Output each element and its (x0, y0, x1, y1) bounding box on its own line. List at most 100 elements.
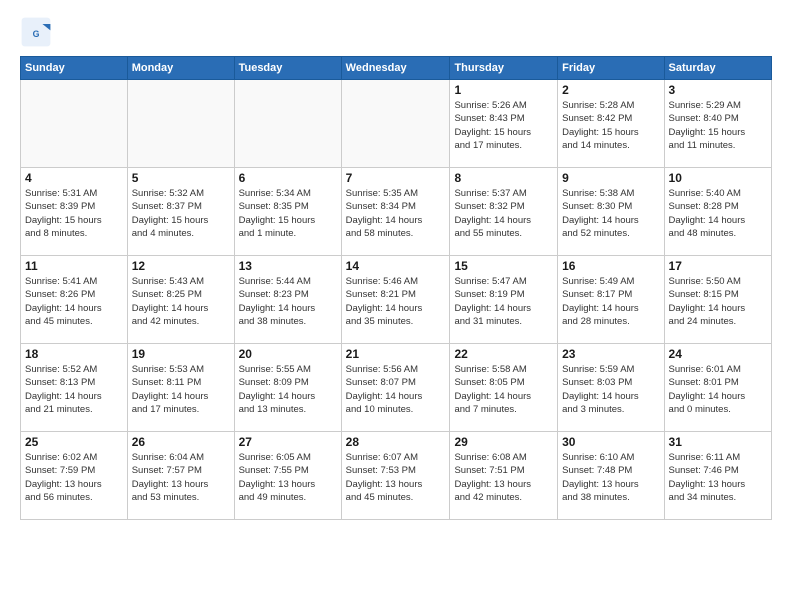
day-number: 9 (562, 171, 659, 185)
calendar-week-2: 11Sunrise: 5:41 AM Sunset: 8:26 PM Dayli… (21, 256, 772, 344)
day-info: Sunrise: 5:40 AM Sunset: 8:28 PM Dayligh… (669, 187, 767, 240)
day-info: Sunrise: 5:52 AM Sunset: 8:13 PM Dayligh… (25, 363, 123, 416)
calendar-cell-2-4: 15 Sunrise: 5:47 AM Sunset: 8:19 PM Dayli… (450, 256, 558, 344)
day-number: 22 (454, 347, 553, 361)
day-number: 17 (669, 259, 767, 273)
day-number: 27 (239, 435, 337, 449)
day-info: Sunrise: 5:29 AM Sunset: 8:40 PM Dayligh… (669, 99, 767, 152)
calendar-cell-3-1: 19 Sunrise: 5:53 AM Sunset: 8:11 PM Dayli… (127, 344, 234, 432)
day-info: Sunrise: 5:31 AM Sunset: 8:39 PM Dayligh… (25, 187, 123, 240)
day-number: 24 (669, 347, 767, 361)
day-number: 18 (25, 347, 123, 361)
day-info: Sunrise: 6:08 AM Sunset: 7:51 PM Dayligh… (454, 451, 553, 504)
column-header-friday: Friday (558, 57, 664, 80)
day-number: 11 (25, 259, 123, 273)
column-header-monday: Monday (127, 57, 234, 80)
day-number: 19 (132, 347, 230, 361)
svg-text:G: G (33, 29, 40, 39)
calendar-cell-1-3: 7 Sunrise: 5:35 AM Sunset: 8:34 PM Daylig… (341, 168, 450, 256)
day-info: Sunrise: 5:38 AM Sunset: 8:30 PM Dayligh… (562, 187, 659, 240)
day-info: Sunrise: 5:44 AM Sunset: 8:23 PM Dayligh… (239, 275, 337, 328)
calendar-cell-2-3: 14 Sunrise: 5:46 AM Sunset: 8:21 PM Dayli… (341, 256, 450, 344)
day-number: 21 (346, 347, 446, 361)
day-info: Sunrise: 5:46 AM Sunset: 8:21 PM Dayligh… (346, 275, 446, 328)
calendar-cell-4-1: 26Sunrise: 6:04 AM Sunset: 7:57 PM Dayli… (127, 432, 234, 520)
day-info: Sunrise: 6:02 AM Sunset: 7:59 PM Dayligh… (25, 451, 123, 504)
day-info: Sunrise: 5:50 AM Sunset: 8:15 PM Dayligh… (669, 275, 767, 328)
calendar-cell-2-6: 17 Sunrise: 5:50 AM Sunset: 8:15 PM Dayli… (664, 256, 771, 344)
day-info: Sunrise: 5:37 AM Sunset: 8:32 PM Dayligh… (454, 187, 553, 240)
day-number: 29 (454, 435, 553, 449)
day-info: Sunrise: 5:53 AM Sunset: 8:11 PM Dayligh… (132, 363, 230, 416)
day-info: Sunrise: 6:10 AM Sunset: 7:48 PM Dayligh… (562, 451, 659, 504)
day-info: Sunrise: 5:28 AM Sunset: 8:42 PM Dayligh… (562, 99, 659, 152)
day-info: Sunrise: 5:49 AM Sunset: 8:17 PM Dayligh… (562, 275, 659, 328)
calendar-cell-2-2: 13Sunrise: 5:44 AM Sunset: 8:23 PM Dayli… (234, 256, 341, 344)
calendar-cell-3-0: 18 Sunrise: 5:52 AM Sunset: 8:13 PM Dayli… (21, 344, 128, 432)
column-header-saturday: Saturday (664, 57, 771, 80)
calendar-cell-2-0: 11Sunrise: 5:41 AM Sunset: 8:26 PM Dayli… (21, 256, 128, 344)
day-info: Sunrise: 6:04 AM Sunset: 7:57 PM Dayligh… (132, 451, 230, 504)
logo: G (20, 16, 56, 48)
day-info: Sunrise: 6:05 AM Sunset: 7:55 PM Dayligh… (239, 451, 337, 504)
column-header-wednesday: Wednesday (341, 57, 450, 80)
calendar-cell-1-5: 9 Sunrise: 5:38 AM Sunset: 8:30 PM Daylig… (558, 168, 664, 256)
page: G SundayMondayTuesdayWednesdayThursdayFr… (0, 0, 792, 612)
day-info: Sunrise: 5:47 AM Sunset: 8:19 PM Dayligh… (454, 275, 553, 328)
day-info: Sunrise: 5:35 AM Sunset: 8:34 PM Dayligh… (346, 187, 446, 240)
calendar-week-4: 25Sunrise: 6:02 AM Sunset: 7:59 PM Dayli… (21, 432, 772, 520)
day-info: Sunrise: 6:01 AM Sunset: 8:01 PM Dayligh… (669, 363, 767, 416)
day-number: 4 (25, 171, 123, 185)
calendar-cell-4-4: 29 Sunrise: 6:08 AM Sunset: 7:51 PM Dayli… (450, 432, 558, 520)
calendar-cell-4-0: 25Sunrise: 6:02 AM Sunset: 7:59 PM Dayli… (21, 432, 128, 520)
day-info: Sunrise: 5:56 AM Sunset: 8:07 PM Dayligh… (346, 363, 446, 416)
calendar-cell-1-1: 5 Sunrise: 5:32 AM Sunset: 8:37 PM Daylig… (127, 168, 234, 256)
calendar-cell-0-5: 2 Sunrise: 5:28 AM Sunset: 8:42 PM Daylig… (558, 80, 664, 168)
calendar-cell-0-3 (341, 80, 450, 168)
calendar-cell-1-6: 10Sunrise: 5:40 AM Sunset: 8:28 PM Dayli… (664, 168, 771, 256)
calendar-cell-4-6: 31 Sunrise: 6:11 AM Sunset: 7:46 PM Dayli… (664, 432, 771, 520)
calendar-week-1: 4 Sunrise: 5:31 AM Sunset: 8:39 PM Daylig… (21, 168, 772, 256)
header: G (20, 16, 772, 48)
column-header-thursday: Thursday (450, 57, 558, 80)
day-number: 20 (239, 347, 337, 361)
day-number: 3 (669, 83, 767, 97)
calendar-cell-1-0: 4 Sunrise: 5:31 AM Sunset: 8:39 PM Daylig… (21, 168, 128, 256)
day-number: 23 (562, 347, 659, 361)
day-info: Sunrise: 6:11 AM Sunset: 7:46 PM Dayligh… (669, 451, 767, 504)
day-number: 12 (132, 259, 230, 273)
calendar-cell-0-0 (21, 80, 128, 168)
calendar-cell-1-4: 8 Sunrise: 5:37 AM Sunset: 8:32 PM Daylig… (450, 168, 558, 256)
day-number: 14 (346, 259, 446, 273)
day-info: Sunrise: 6:07 AM Sunset: 7:53 PM Dayligh… (346, 451, 446, 504)
day-number: 7 (346, 171, 446, 185)
calendar-cell-4-3: 28 Sunrise: 6:07 AM Sunset: 7:53 PM Dayli… (341, 432, 450, 520)
calendar-cell-0-1 (127, 80, 234, 168)
day-number: 31 (669, 435, 767, 449)
calendar-week-3: 18 Sunrise: 5:52 AM Sunset: 8:13 PM Dayli… (21, 344, 772, 432)
day-number: 15 (454, 259, 553, 273)
day-number: 2 (562, 83, 659, 97)
calendar-header-row: SundayMondayTuesdayWednesdayThursdayFrid… (21, 57, 772, 80)
day-info: Sunrise: 5:58 AM Sunset: 8:05 PM Dayligh… (454, 363, 553, 416)
day-number: 30 (562, 435, 659, 449)
calendar-cell-3-4: 22 Sunrise: 5:58 AM Sunset: 8:05 PM Dayli… (450, 344, 558, 432)
day-info: Sunrise: 5:32 AM Sunset: 8:37 PM Dayligh… (132, 187, 230, 240)
day-number: 5 (132, 171, 230, 185)
calendar-cell-0-2 (234, 80, 341, 168)
column-header-tuesday: Tuesday (234, 57, 341, 80)
day-number: 28 (346, 435, 446, 449)
day-info: Sunrise: 5:26 AM Sunset: 8:43 PM Dayligh… (454, 99, 553, 152)
calendar-cell-4-5: 30 Sunrise: 6:10 AM Sunset: 7:48 PM Dayli… (558, 432, 664, 520)
day-info: Sunrise: 5:59 AM Sunset: 8:03 PM Dayligh… (562, 363, 659, 416)
day-number: 6 (239, 171, 337, 185)
calendar-cell-0-6: 3 Sunrise: 5:29 AM Sunset: 8:40 PM Daylig… (664, 80, 771, 168)
day-info: Sunrise: 5:55 AM Sunset: 8:09 PM Dayligh… (239, 363, 337, 416)
calendar-cell-3-2: 20 Sunrise: 5:55 AM Sunset: 8:09 PM Dayli… (234, 344, 341, 432)
day-number: 8 (454, 171, 553, 185)
calendar-week-0: 1Sunrise: 5:26 AM Sunset: 8:43 PM Daylig… (21, 80, 772, 168)
calendar-cell-3-6: 24 Sunrise: 6:01 AM Sunset: 8:01 PM Dayli… (664, 344, 771, 432)
day-info: Sunrise: 5:34 AM Sunset: 8:35 PM Dayligh… (239, 187, 337, 240)
calendar-cell-3-3: 21 Sunrise: 5:56 AM Sunset: 8:07 PM Dayli… (341, 344, 450, 432)
calendar-cell-2-5: 16Sunrise: 5:49 AM Sunset: 8:17 PM Dayli… (558, 256, 664, 344)
